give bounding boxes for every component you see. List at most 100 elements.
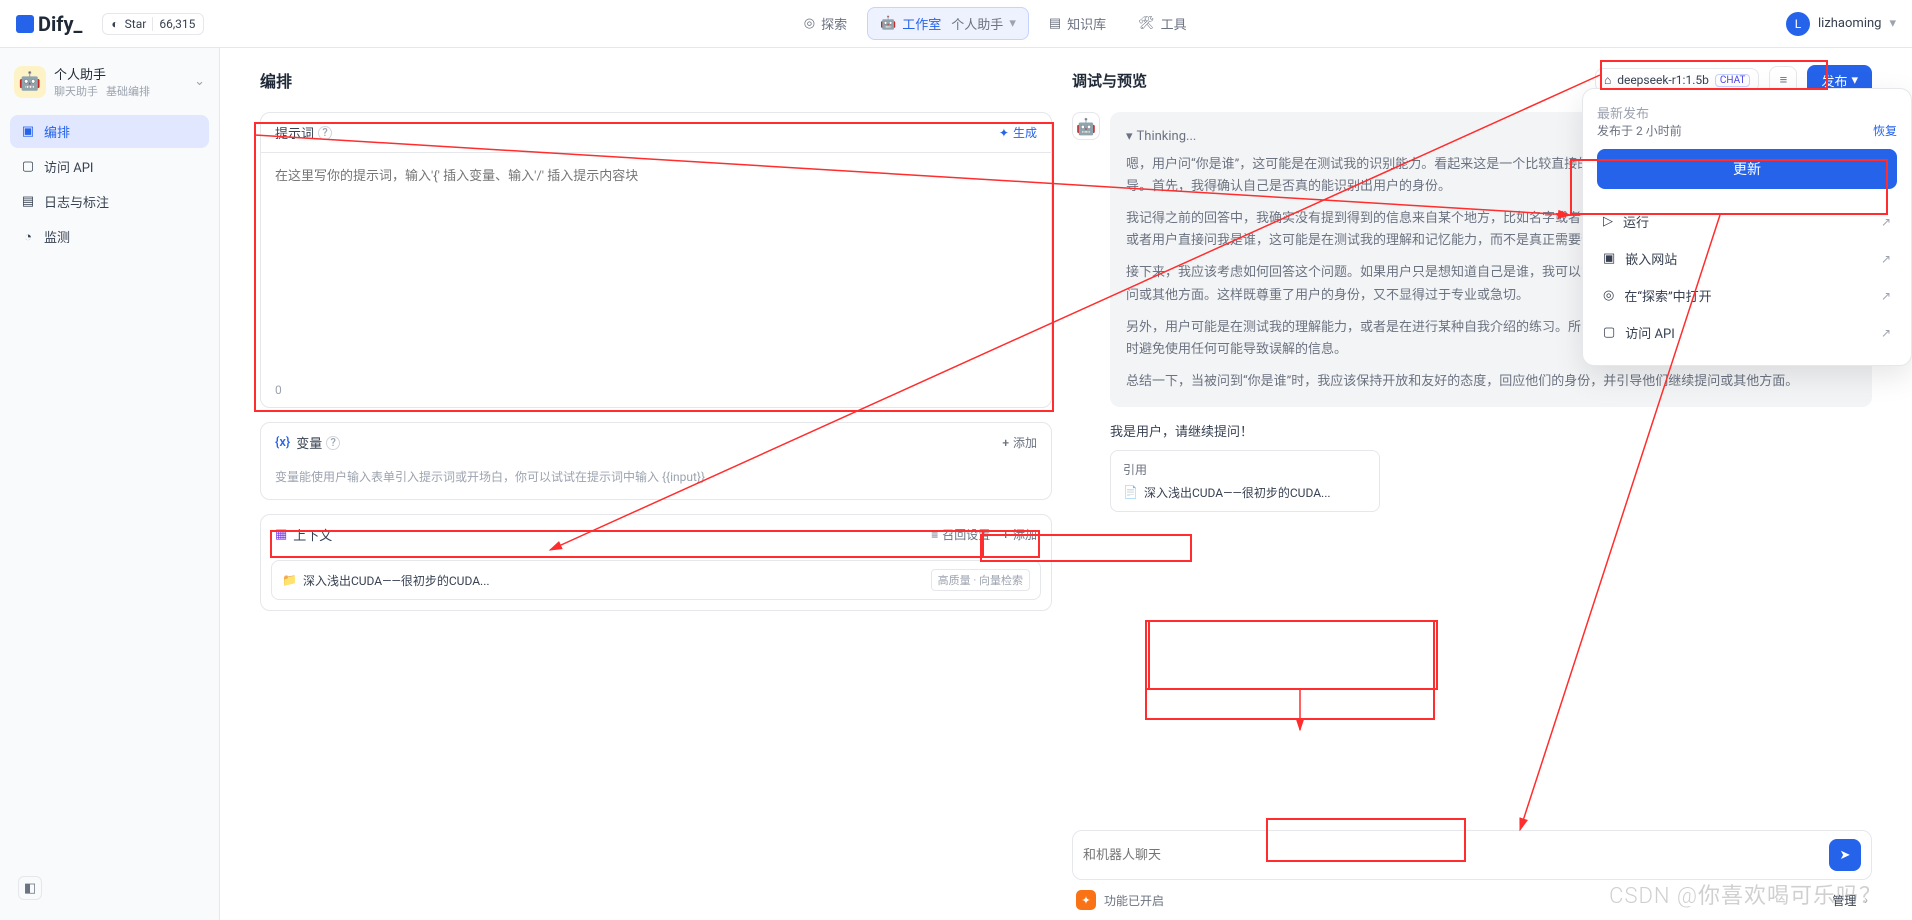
chevron-right-icon: › [1864,893,1868,907]
user-avatar: L [1786,12,1810,36]
nav-center: ◎探索 🤖工作室个人助手 ▾ ▤知识库 🛠工具 [224,7,1766,40]
document-icon: ▦ [275,527,287,542]
gauge-icon: ◔ [20,229,36,245]
variables-panel: {x} 变量 ? + 添加 变量能使用户输入表单引入提示词或开场白，你可以试试在… [260,422,1052,500]
chat-input-bar: ➤ [1072,830,1872,880]
external-icon: ↗ [1881,289,1891,303]
citation-file-name: 深入浅出CUDA——很初步的CUDA... [1144,484,1331,501]
assistant-reply: 我是用户，请继续提问！ [1072,421,1872,440]
orchestrate-column: 编排 提示词 ? ✦生成 0 {x} 变量 [220,48,1072,920]
preview-column: 调试与预览 ⌂ deepseek-r1:1.5b CHAT ≡ 发布▾ 最新发布… [1072,48,1912,920]
sidebar-item-api[interactable]: ▢访问 API [10,150,209,183]
top-nav: Dify_ ◐ Star 66,315 ◎探索 🤖工作室个人助手 ▾ ▤知识库 … [0,0,1912,48]
chat-input[interactable] [1083,848,1821,863]
context-file-name: 深入浅出CUDA——很初步的CUDA... [303,572,490,589]
citation-label: 引用 [1123,461,1367,478]
list-icon: ▤ [20,194,36,209]
toggle-sidebar-button[interactable]: ◧ [18,876,42,900]
book-icon: ▤ [1049,16,1061,31]
help-icon[interactable]: ? [318,126,332,140]
sidebar-item-orchestrate[interactable]: ▣编排 [10,115,209,148]
help-icon[interactable]: ? [326,436,340,450]
compass-icon: ◎ [804,16,815,31]
code-icon: ▢ [1603,325,1615,340]
terminal-icon: ▢ [20,159,36,174]
nav-tools[interactable]: 🛠工具 [1126,7,1199,40]
add-context-button[interactable]: + 添加 [1002,526,1037,543]
send-icon: ➤ [1840,848,1851,863]
user-name: lizhaoming [1818,16,1881,31]
sidebar: 🤖 个人助手 聊天助手 基础编排 ⌄ ▣编排 ▢访问 API ▤日志与标注 ◔监… [0,48,220,920]
chevron-down-icon: ⌄ [194,74,205,89]
github-star-button[interactable]: ◐ Star 66,315 [102,13,204,35]
wrench-icon: 🛠 [1138,16,1155,31]
feature-bar: ✦ 功能已开启 管理 › [1072,880,1872,920]
bot-avatar-icon: 🤖 [1072,112,1100,140]
sidebar-item-monitor[interactable]: ◔监测 [10,220,209,253]
robot-icon: 🤖 [880,16,896,31]
model-badge: CHAT [1715,74,1751,87]
context-title: 上下文 [293,525,332,544]
layout-icon: ▣ [20,124,36,139]
app-name: 个人助手 [54,64,186,83]
page-title: 编排 [260,68,292,92]
generate-button[interactable]: ✦生成 [999,124,1037,141]
logo-mark-icon [16,15,34,33]
prompt-panel: 提示词 ? ✦生成 0 [260,112,1052,408]
send-button[interactable]: ➤ [1829,839,1861,871]
main-layout: 🤖 个人助手 聊天助手 基础编排 ⌄ ▣编排 ▢访问 API ▤日志与标注 ◔监… [0,48,1912,920]
brand-logo[interactable]: Dify_ [16,12,82,36]
github-icon: ◐ [111,17,118,31]
preview-title: 调试与预览 [1072,70,1147,91]
nav-knowledge[interactable]: ▤知识库 [1037,7,1118,40]
app-tag-mode: 基础编排 [106,83,150,99]
add-variable-button[interactable]: + 添加 [1002,434,1037,451]
app-tag-type: 聊天助手 [54,83,98,99]
update-button[interactable]: 更新 [1597,149,1897,189]
sidebar-item-logs[interactable]: ▤日志与标注 [10,185,209,218]
external-icon: ↗ [1881,326,1891,340]
publish-api[interactable]: ▢访问 API↗ [1597,314,1897,351]
prompt-title: 提示词 [275,123,314,142]
publish-run[interactable]: ▷运行↗ [1597,203,1897,240]
model-name: deepseek-r1:1.5b [1617,73,1709,87]
external-icon: ↗ [1881,215,1891,229]
sliders-icon: ≡ [931,528,938,542]
chevron-down-icon: ▾ [1126,126,1133,148]
thought-para: 总结一下，当被问到“你是谁”时，我应该保持开放和友好的态度，回应他们的身份，并引… [1126,371,1856,393]
sliders-icon: ≡ [1780,72,1788,88]
user-menu[interactable]: L lizhaoming ▾ [1786,12,1896,36]
file-icon: 📄 [1123,485,1138,499]
char-counter: 0 [275,383,282,397]
external-icon: ↗ [1881,252,1891,266]
publish-open-explore[interactable]: ◎在“探索”中打开↗ [1597,277,1897,314]
nav-studio[interactable]: 🤖工作室个人助手 ▾ [867,7,1029,40]
nav-explore[interactable]: ◎探索 [792,7,859,40]
app-switcher[interactable]: 🤖 个人助手 聊天助手 基础编排 ⌄ [10,60,209,103]
github-star-label: Star [125,17,147,31]
citation-box: 引用 📄 深入浅出CUDA——很初步的CUDA... [1110,450,1380,512]
prompt-textarea[interactable] [261,153,1051,373]
chevron-down-icon: ▾ [1851,73,1858,88]
github-star-count: 66,315 [159,17,195,31]
compass-icon: ◎ [1603,288,1614,303]
sparkle-icon: ✦ [999,126,1009,140]
publish-embed[interactable]: ▣嵌入网站↗ [1597,240,1897,277]
model-icon: ⌂ [1604,73,1611,87]
panel-icon: ◧ [24,881,36,896]
context-panel: ▦ 上下文 ≡召回设置 + 添加 📁 深入浅出CUDA——很初步的CUDA...… [260,514,1052,611]
publish-latest-label: 最新发布 [1597,103,1897,122]
brand-name: Dify_ [38,12,82,36]
restore-button[interactable]: 恢复 [1873,122,1897,139]
context-file-row[interactable]: 📁 深入浅出CUDA——很初步的CUDA... 高质量 · 向量检索 [271,560,1041,600]
context-file-tags: 高质量 · 向量检索 [931,569,1030,591]
citation-file[interactable]: 📄 深入浅出CUDA——很初步的CUDA... [1123,484,1367,501]
manage-link[interactable]: 管理 [1832,892,1856,909]
play-icon: ▷ [1603,214,1613,229]
variables-desc: 变量能使用户输入表单引入提示词或开场白，你可以试试在提示词中输入 {{input… [261,462,1051,499]
braces-icon: {x} [275,435,290,450]
variables-title: 变量 [296,433,322,452]
app-icon: 🤖 [14,66,46,98]
feature-icon: ✦ [1076,890,1096,910]
recall-settings-button[interactable]: ≡召回设置 [931,526,990,543]
